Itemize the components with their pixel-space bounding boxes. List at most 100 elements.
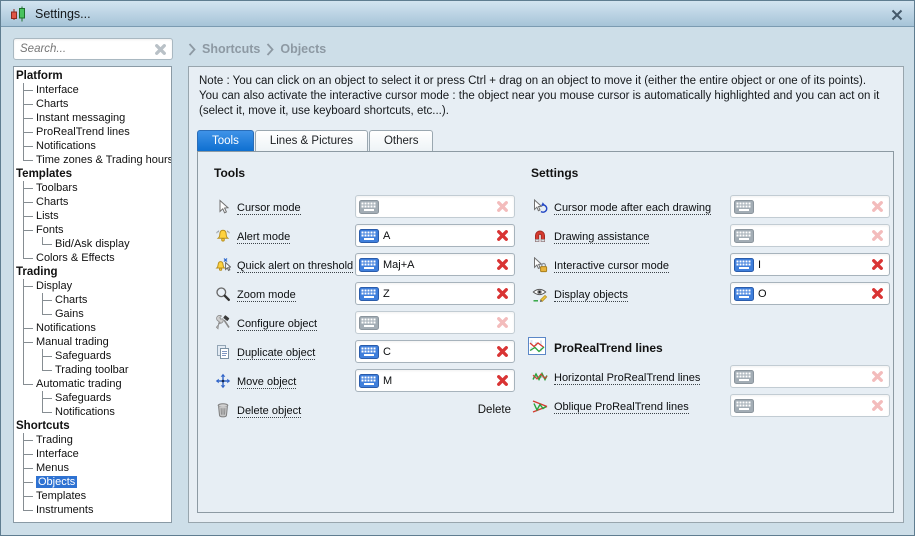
- clear-shortcut-button[interactable]: [496, 258, 510, 271]
- shortcut-label-alert-mode[interactable]: Alert mode: [237, 231, 290, 244]
- shortcut-label-drawing-assistance[interactable]: Drawing assistance: [554, 231, 649, 244]
- tree-item-charts-templates[interactable]: Charts: [36, 196, 68, 208]
- prorealtrend-header-label: ProRealTrend lines: [554, 341, 663, 355]
- breadcrumb-objects[interactable]: Objects: [280, 42, 326, 56]
- delete-x-icon: [871, 287, 884, 300]
- shortcut-field-move-object[interactable]: M: [355, 369, 515, 392]
- tree-item-colors-effects[interactable]: Colors & Effects: [36, 252, 115, 264]
- tree-item-trading-toolbar[interactable]: Trading toolbar: [55, 364, 129, 376]
- tree-node: Trading toolbar: [42, 363, 171, 377]
- tree-item-bid-ask-display[interactable]: Bid/Ask display: [55, 238, 130, 250]
- clear-shortcut-button[interactable]: [496, 287, 510, 300]
- tree-section-templates[interactable]: Templates: [16, 167, 171, 181]
- shortcut-field-zoom-mode[interactable]: Z: [355, 282, 515, 305]
- shortcut-field-configure-object[interactable]: [355, 311, 515, 334]
- tree-item-toolbars[interactable]: Toolbars: [36, 182, 78, 194]
- shortcut-label-interactive-cursor[interactable]: Interactive cursor mode: [554, 260, 669, 273]
- clear-shortcut-button[interactable]: [871, 370, 885, 383]
- tab-tools[interactable]: Tools: [197, 130, 254, 151]
- clear-shortcut-button[interactable]: [496, 200, 510, 213]
- tree-node: Lists: [23, 209, 171, 223]
- clear-shortcut-button[interactable]: [496, 229, 510, 242]
- tree-item-charts[interactable]: Charts: [36, 98, 68, 110]
- tree-branch: Safeguards Trading toolbar: [42, 349, 171, 377]
- shortcut-label-horizontal-prt[interactable]: Horizontal ProRealTrend lines: [554, 372, 700, 385]
- tree-item-trading-notifications[interactable]: Notifications: [36, 322, 96, 334]
- tab-others[interactable]: Others: [369, 130, 434, 151]
- tree-item-gains[interactable]: Gains: [55, 308, 84, 320]
- shortcut-field-alert-mode[interactable]: A: [355, 224, 515, 247]
- shortcut-label-delete-object[interactable]: Delete object: [237, 405, 301, 418]
- tree-item-auto-notifications[interactable]: Notifications: [55, 406, 115, 418]
- clear-shortcut-button[interactable]: [871, 399, 885, 412]
- shortcut-label-configure-object[interactable]: Configure object: [237, 318, 317, 331]
- tree-section-platform[interactable]: Platform: [16, 69, 171, 83]
- tree-item-auto-safeguards[interactable]: Safeguards: [55, 392, 111, 404]
- shortcut-field-drawing-assistance[interactable]: [730, 224, 890, 247]
- tree-node: Charts: [42, 293, 171, 307]
- shortcut-field-cursor-mode[interactable]: [355, 195, 515, 218]
- shortcut-label-quick-alert[interactable]: Quick alert on threshold: [237, 260, 353, 273]
- tree-item-instruments[interactable]: Instruments: [36, 504, 93, 516]
- tree-item-manual-safeguards[interactable]: Safeguards: [55, 350, 111, 362]
- tree-item-prorealtrend-lines[interactable]: ProRealTrend lines: [36, 126, 130, 138]
- tree-item-shortcuts-templates[interactable]: Templates: [36, 490, 86, 502]
- tree-item-shortcuts-interface[interactable]: Interface: [36, 448, 79, 460]
- shortcut-row-delete-object: Delete object Delete: [211, 395, 515, 424]
- quick-alert-icon: [211, 257, 235, 273]
- tab-lines-pictures[interactable]: Lines & Pictures: [255, 130, 368, 151]
- clear-shortcut-button[interactable]: [871, 229, 885, 242]
- keyboard-icon: [359, 287, 379, 301]
- shortcut-label-cursor-after-drawing[interactable]: Cursor mode after each drawing: [554, 202, 711, 215]
- clear-shortcut-button[interactable]: [496, 316, 510, 329]
- tree-item-objects-selected[interactable]: Objects: [36, 476, 77, 488]
- tree-item-display[interactable]: Display: [36, 280, 72, 292]
- clear-shortcut-button[interactable]: [496, 345, 510, 358]
- shortcut-label-move-object[interactable]: Move object: [237, 376, 296, 389]
- tree-item-time-zones[interactable]: Time zones & Trading hours: [36, 154, 172, 166]
- title-bar[interactable]: Settings...: [1, 1, 914, 27]
- shortcut-field-duplicate-object[interactable]: C: [355, 340, 515, 363]
- chevron-right-icon: [266, 43, 274, 56]
- tree-item-instant-messaging[interactable]: Instant messaging: [36, 112, 125, 124]
- shortcut-label-duplicate-object[interactable]: Duplicate object: [237, 347, 315, 360]
- tree-item-fonts[interactable]: Fonts: [36, 224, 64, 236]
- tree-item-manual-trading[interactable]: Manual trading: [36, 336, 109, 348]
- shortcut-label-zoom-mode[interactable]: Zoom mode: [237, 289, 296, 302]
- delete-x-icon: [496, 316, 509, 329]
- breadcrumb-shortcuts[interactable]: Shortcuts: [202, 42, 260, 56]
- shortcut-field-oblique-prt[interactable]: [730, 394, 890, 417]
- clear-shortcut-button[interactable]: [871, 200, 885, 213]
- shortcut-field-display-objects[interactable]: O: [730, 282, 890, 305]
- tree-item-automatic-trading[interactable]: Automatic trading: [36, 378, 122, 390]
- shortcut-field-interactive-cursor[interactable]: I: [730, 253, 890, 276]
- keyboard-icon: [359, 258, 379, 272]
- note-text: Note : You can click on an object to sel…: [199, 74, 889, 119]
- tree-item-interface[interactable]: Interface: [36, 84, 79, 96]
- shortcut-value: I: [758, 259, 871, 271]
- tree-item-menus[interactable]: Menus: [36, 462, 69, 474]
- tree-section-trading[interactable]: Trading: [16, 265, 171, 279]
- shortcut-value: Maj+A: [383, 259, 496, 271]
- search-box[interactable]: [13, 38, 173, 60]
- shortcut-label-cursor-mode[interactable]: Cursor mode: [237, 202, 301, 215]
- shortcut-field-horizontal-prt[interactable]: [730, 365, 890, 388]
- shortcut-label-display-objects[interactable]: Display objects: [554, 289, 628, 302]
- tree-item-shortcuts-trading[interactable]: Trading: [36, 434, 73, 446]
- close-button[interactable]: [889, 7, 905, 23]
- tree-item-display-charts[interactable]: Charts: [55, 294, 87, 306]
- clear-shortcut-button[interactable]: [871, 258, 885, 271]
- tree-section-shortcuts[interactable]: Shortcuts: [16, 419, 171, 433]
- shortcut-label-oblique-prt[interactable]: Oblique ProRealTrend lines: [554, 401, 689, 414]
- tree-node: Trading: [23, 433, 171, 447]
- clear-search-button[interactable]: [154, 43, 168, 56]
- shortcut-field-cursor-after-drawing[interactable]: [730, 195, 890, 218]
- window-title: Settings...: [35, 7, 91, 21]
- delete-x-icon: [496, 345, 509, 358]
- tree-item-notifications[interactable]: Notifications: [36, 140, 96, 152]
- tree-item-lists[interactable]: Lists: [36, 210, 59, 222]
- search-input[interactable]: [14, 43, 154, 55]
- shortcut-field-quick-alert[interactable]: Maj+A: [355, 253, 515, 276]
- clear-shortcut-button[interactable]: [871, 287, 885, 300]
- clear-shortcut-button[interactable]: [496, 374, 510, 387]
